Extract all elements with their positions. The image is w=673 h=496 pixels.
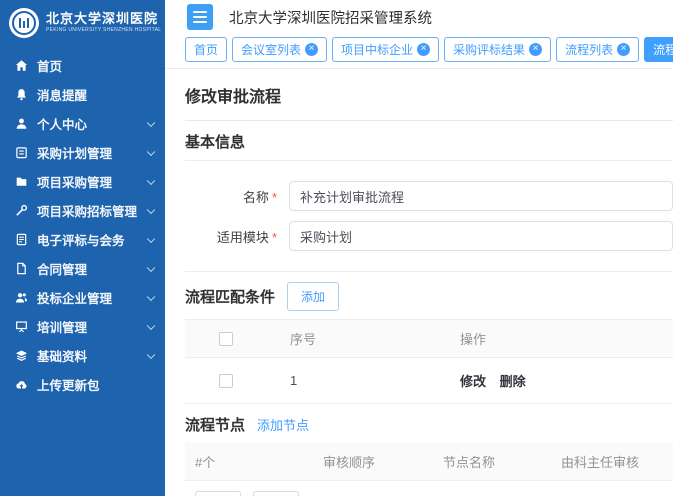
- cloud-upload-icon: [14, 378, 28, 392]
- user-icon: [14, 117, 28, 131]
- layers-icon: [14, 349, 28, 363]
- edit-condition-link[interactable]: 修改: [460, 374, 486, 389]
- chevron-down-icon: [147, 292, 155, 300]
- basic-info-form: 名称 补充计划审批流程 适用模块 采购计划: [185, 161, 673, 272]
- name-label: 名称: [185, 187, 289, 206]
- people-icon: [14, 291, 28, 305]
- close-icon[interactable]: [617, 43, 630, 56]
- home-icon: [14, 59, 28, 73]
- chevron-down-icon: [147, 118, 155, 126]
- hospital-name-cn: 北京大学深圳医院: [46, 12, 161, 26]
- tab-process-list[interactable]: 流程列表: [556, 37, 639, 62]
- col-index: 序号: [280, 320, 450, 358]
- select-all-checkbox[interactable]: [219, 332, 233, 346]
- node-director: 是: [551, 481, 673, 496]
- col-action: 操作: [450, 320, 665, 358]
- col-clipped: 字: [665, 320, 673, 358]
- tab-evaluation-results[interactable]: 采购评标结果: [444, 37, 551, 62]
- chevron-down-icon: [147, 147, 155, 155]
- node-row: 修改 删除 1 科主任意见 是: [185, 481, 673, 496]
- chevron-down-icon: [147, 234, 155, 242]
- sidebar-item-procurement-plan[interactable]: 采购计划管理: [0, 138, 165, 167]
- chevron-down-icon: [147, 205, 155, 213]
- flow-nodes-title: 流程节点: [185, 414, 245, 435]
- sidebar-item-home[interactable]: 首页: [0, 51, 165, 80]
- form-row-name: 名称 补充计划审批流程: [185, 181, 673, 211]
- close-icon[interactable]: [417, 43, 430, 56]
- sidebar-item-personal-center[interactable]: 个人中心: [0, 109, 165, 138]
- tab-process[interactable]: 流程: [644, 37, 673, 62]
- col-node-director: 由科主任审核: [551, 443, 673, 481]
- plan-icon: [14, 146, 28, 160]
- close-icon[interactable]: [529, 43, 542, 56]
- wrench-icon: [14, 204, 28, 218]
- hospital-name-en: PEKING UNIVERSITY SHENZHEN HOSPITAL: [46, 28, 161, 34]
- module-label: 适用模块: [185, 227, 289, 246]
- sidebar-item-basic-data[interactable]: 基础资料: [0, 341, 165, 370]
- tab-winning-companies[interactable]: 项目中标企业: [332, 37, 439, 62]
- page-title: 修改审批流程: [185, 81, 673, 121]
- section-basic-info-header: 基本信息: [185, 121, 673, 161]
- delete-node-button[interactable]: 删除: [253, 491, 299, 496]
- hospital-logo: 北京大学深圳医院 PEKING UNIVERSITY SHENZHEN HOSP…: [0, 0, 165, 47]
- condition-clipped-cell: 计: [665, 358, 673, 404]
- col-node-order: 审核顺序: [313, 443, 433, 481]
- sidebar-item-contract[interactable]: 合同管理: [0, 254, 165, 283]
- match-conditions-title: 流程匹配条件: [185, 286, 275, 307]
- tab-meeting-room-list[interactable]: 会议室列表: [232, 37, 327, 62]
- name-input[interactable]: 补充计划审批流程: [289, 181, 673, 211]
- col-node-name: 节点名称: [433, 443, 551, 481]
- node-order: 1: [313, 481, 433, 496]
- close-icon[interactable]: [305, 43, 318, 56]
- sidebar-menu: 首页 消息提醒 个人中心 采购计划管理 项目采购管理 项目采购招标管理: [0, 51, 165, 399]
- sidebar-item-project-procurement[interactable]: 项目采购管理: [0, 167, 165, 196]
- app-title: 北京大学深圳医院招采管理系统: [229, 7, 432, 28]
- module-select[interactable]: 采购计划: [289, 221, 673, 251]
- hospital-logo-icon: [9, 8, 39, 38]
- top-header: 北京大学深圳医院招采管理系统: [165, 0, 673, 34]
- condition-row: 1 修改 删除 计: [185, 358, 673, 404]
- col-node-action: #个: [185, 443, 313, 481]
- sidebar-item-bidder-management[interactable]: 投标企业管理: [0, 283, 165, 312]
- condition-index: 1: [280, 358, 450, 404]
- chevron-down-icon: [147, 263, 155, 271]
- sidebar-item-e-evaluation[interactable]: 电子评标与会务: [0, 225, 165, 254]
- table-header-row: #个 审核顺序 节点名称 由科主任审核: [185, 443, 673, 481]
- row-checkbox[interactable]: [219, 374, 233, 388]
- node-name: 科主任意见: [433, 481, 551, 496]
- training-icon: [14, 320, 28, 334]
- sidebar-item-messages[interactable]: 消息提醒: [0, 80, 165, 109]
- match-conditions-table: 序号 操作 字 1 修改 删除 计: [185, 320, 673, 404]
- folder-icon: [14, 175, 28, 189]
- delete-condition-link[interactable]: 删除: [500, 374, 526, 389]
- flow-nodes-table: #个 审核顺序 节点名称 由科主任审核 修改 删除 1 科主任意见 是: [185, 443, 673, 496]
- chevron-down-icon: [147, 321, 155, 329]
- chevron-down-icon: [147, 176, 155, 184]
- tab-home[interactable]: 首页: [185, 37, 227, 62]
- section-match-conditions-header: 流程匹配条件 添加: [185, 272, 673, 320]
- sidebar-item-training[interactable]: 培训管理: [0, 312, 165, 341]
- tab-bar: 首页 会议室列表 项目中标企业 采购评标结果 流程列表 流程: [165, 34, 673, 69]
- chevron-down-icon: [147, 350, 155, 358]
- sidebar-item-project-bidding[interactable]: 项目采购招标管理: [0, 196, 165, 225]
- contract-icon: [14, 262, 28, 276]
- basic-info-title: 基本信息: [185, 131, 245, 152]
- add-node-link[interactable]: 添加节点: [257, 415, 309, 434]
- table-header-row: 序号 操作 字: [185, 320, 673, 358]
- form-row-module: 适用模块 采购计划: [185, 221, 673, 251]
- sidebar: 北京大学深圳医院 PEKING UNIVERSITY SHENZHEN HOSP…: [0, 0, 165, 496]
- add-condition-button[interactable]: 添加: [287, 282, 339, 311]
- main-content: 修改审批流程 基本信息 名称 补充计划审批流程 适用模块 采购计划 流程匹配条件…: [165, 69, 673, 496]
- edit-node-button[interactable]: 修改: [195, 491, 241, 496]
- document-icon: [14, 233, 28, 247]
- section-flow-nodes-header: 流程节点 添加节点: [185, 404, 673, 443]
- bell-icon: [14, 88, 28, 102]
- hamburger-menu-button[interactable]: [187, 4, 213, 30]
- sidebar-item-upload-package[interactable]: 上传更新包: [0, 370, 165, 399]
